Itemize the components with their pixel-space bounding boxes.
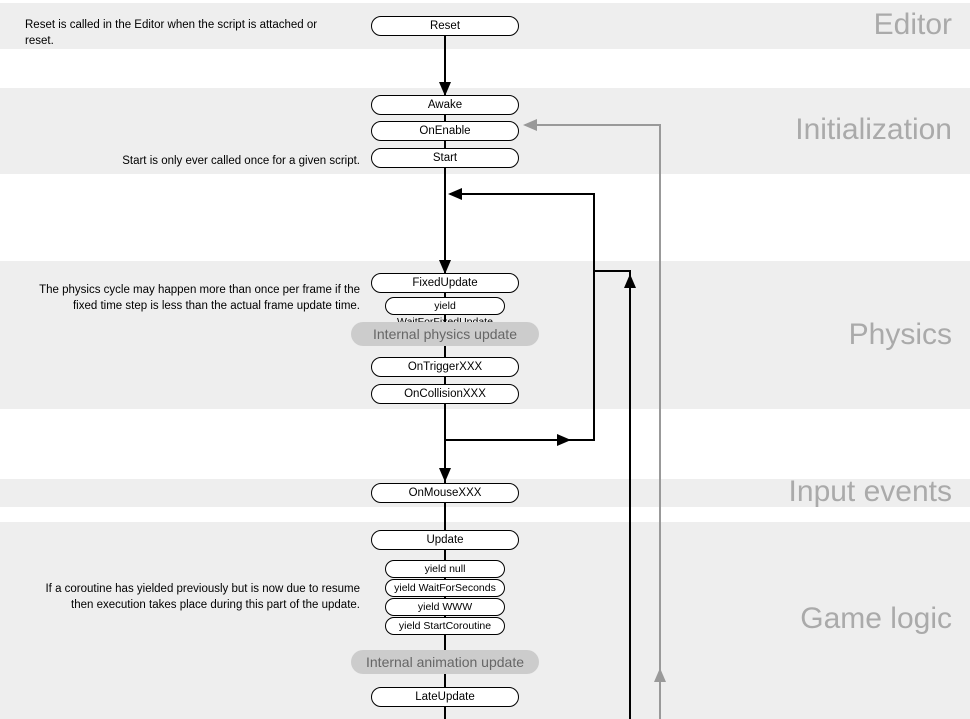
node-onmouse: OnMouseXXX (371, 483, 519, 503)
node-yieldstart: yield StartCoroutine (385, 617, 505, 635)
title-game: Game logic (800, 602, 952, 636)
desc-physics: The physics cycle may happen more than o… (30, 283, 360, 314)
node-oncollision: OnCollisionXXX (371, 384, 519, 404)
node-internalphys: Internal physics update (351, 322, 539, 346)
node-yieldwww: yield WWW (385, 598, 505, 616)
title-editor: Editor (874, 8, 952, 42)
desc-editor: Reset is called in the Editor when the s… (25, 18, 345, 49)
node-update: Update (371, 530, 519, 550)
node-yieldseconds: yield WaitForSeconds (385, 579, 505, 597)
title-physics: Physics (849, 318, 952, 352)
node-ontrigger: OnTriggerXXX (371, 357, 519, 377)
node-yieldnull: yield null (385, 560, 505, 578)
desc-init: Start is only ever called once for a giv… (60, 154, 360, 170)
node-onenable: OnEnable (371, 121, 519, 141)
node-lateupdate: LateUpdate (371, 687, 519, 707)
node-yieldfixed: yield WaitForFixedUpdate (385, 297, 505, 315)
node-start: Start (371, 148, 519, 168)
title-init: Initialization (795, 113, 952, 147)
node-awake: Awake (371, 95, 519, 115)
node-fixedupdate: FixedUpdate (371, 273, 519, 293)
desc-game: If a coroutine has yielded previously bu… (45, 582, 360, 613)
title-input: Input events (789, 475, 952, 509)
node-reset: Reset (371, 16, 519, 36)
node-internalanim: Internal animation update (351, 650, 539, 674)
